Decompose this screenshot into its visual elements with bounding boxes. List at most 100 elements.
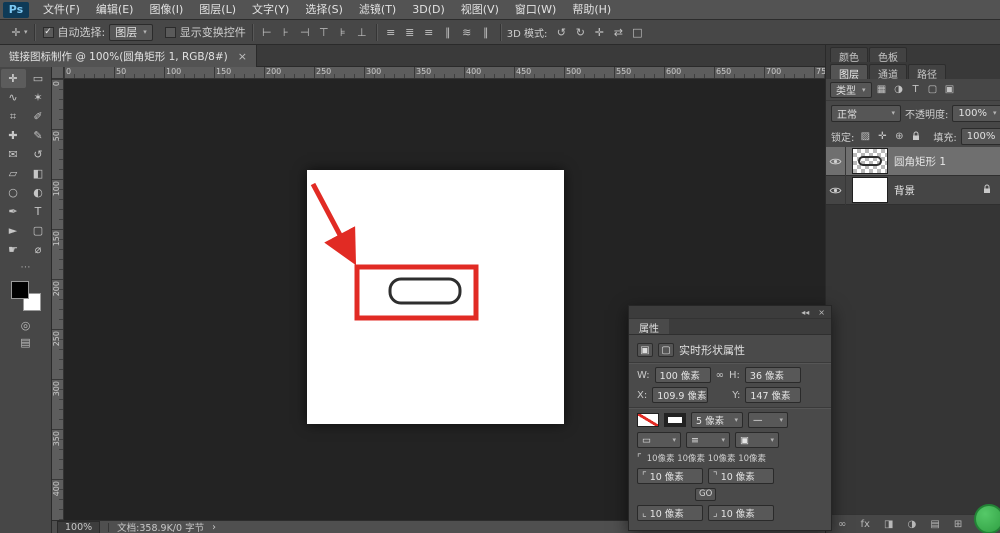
auto-select-checkbox[interactable]: ✓	[43, 27, 54, 38]
layer-row[interactable]: 圆角矩形 1	[826, 147, 1000, 176]
menu-item-6[interactable]: 滤镜(T)	[351, 0, 404, 20]
menu-item-3[interactable]: 图层(L)	[191, 0, 244, 20]
fill-color-swatch[interactable]	[637, 413, 659, 427]
menu-item-2[interactable]: 图像(I)	[141, 0, 191, 20]
align-bottom-icon[interactable]: ⊥	[354, 23, 370, 41]
status-expand-icon[interactable]: ›	[212, 522, 216, 533]
link-layers-icon[interactable]: ∞	[838, 519, 846, 530]
layer-thumbnail[interactable]	[852, 148, 888, 174]
y-field[interactable]: 147 像素	[745, 387, 801, 403]
distribute-center-icon[interactable]: ≋	[459, 23, 475, 41]
stroke-cap-dropdown[interactable]: ≡▾	[686, 432, 730, 448]
stroke-color-swatch[interactable]	[664, 413, 686, 427]
tab-properties[interactable]: 属性	[629, 319, 669, 334]
foreground-color-swatch[interactable]	[11, 281, 29, 299]
healing-brush-tool[interactable]: ✚	[1, 126, 26, 145]
add-mask-icon[interactable]: ◨	[884, 519, 893, 530]
lock-pixels-icon[interactable]: ✛	[875, 129, 889, 143]
distribute-right-icon[interactable]: ∥	[478, 23, 494, 41]
corner-radius-field-4[interactable]: ⌟10 像素	[708, 505, 774, 521]
shape-tool[interactable]: ▢	[26, 221, 51, 240]
ruler-horizontal[interactable]: 0501001502002503003504004505005506006507…	[64, 67, 825, 79]
align-middle-icon[interactable]: ⊧	[335, 23, 351, 41]
gradient-tool[interactable]: ◧	[26, 164, 51, 183]
x-field[interactable]: 109.9 像素	[652, 387, 708, 403]
new-group-icon[interactable]: ▤	[930, 519, 939, 530]
align-center-horizontal-icon[interactable]: ⊦	[278, 23, 294, 41]
3d-rotate-icon[interactable]: ↺	[553, 23, 569, 41]
filter-pixel-layers-icon[interactable]: ▦	[875, 83, 889, 97]
filter-adjustment-layers-icon[interactable]: ◑	[892, 83, 906, 97]
3d-drag-icon[interactable]: ✛	[591, 23, 607, 41]
type-tool[interactable]: T	[26, 202, 51, 221]
filter-smart-objects-icon[interactable]: ▣	[943, 83, 957, 97]
lock-position-icon[interactable]: ⊕	[892, 129, 906, 143]
distribute-bottom-icon[interactable]: ≡	[421, 23, 437, 41]
menu-item-7[interactable]: 3D(D)	[404, 0, 453, 20]
opacity-field[interactable]: 100% ▾	[952, 105, 1000, 122]
menu-item-0[interactable]: 文件(F)	[35, 0, 88, 20]
menu-item-8[interactable]: 视图(V)	[453, 0, 507, 20]
document-canvas[interactable]	[307, 170, 564, 424]
height-field[interactable]: 36 像素	[745, 367, 801, 383]
visibility-toggle-icon[interactable]	[826, 176, 846, 205]
zoom-level-field[interactable]: 100%	[57, 521, 100, 533]
new-layer-icon[interactable]: ⊞	[954, 519, 962, 530]
blend-mode-dropdown[interactable]: 正常 ▾	[831, 105, 901, 122]
clone-stamp-tool[interactable]: ✉	[1, 145, 26, 164]
show-transform-checkbox[interactable]	[165, 27, 176, 38]
menu-item-5[interactable]: 选择(S)	[297, 0, 351, 20]
dodge-tool[interactable]: ◐	[26, 183, 51, 202]
layer-style-icon[interactable]: fx	[860, 519, 869, 530]
distribute-left-icon[interactable]: ∥	[440, 23, 456, 41]
path-select-tool[interactable]: ►	[1, 221, 26, 240]
quick-mask-icon[interactable]: ◎	[21, 319, 31, 332]
ruler-vertical[interactable]: 050100150200250300350400450	[52, 79, 64, 520]
3d-roll-icon[interactable]: ↻	[572, 23, 588, 41]
filter-type-dropdown[interactable]: 类型 ▾	[830, 82, 872, 98]
marquee-tool[interactable]: ▭	[26, 69, 51, 88]
zoom-tool[interactable]: ⌀	[26, 240, 51, 259]
magic-wand-tool[interactable]: ✶	[26, 88, 51, 107]
move-tool[interactable]: ✛	[1, 69, 26, 88]
panel-tab-路径[interactable]: 路径	[908, 64, 946, 79]
align-right-icon[interactable]: ⊣	[297, 23, 313, 41]
close-tab-icon[interactable]: ×	[238, 50, 247, 63]
tool-preset-caret-icon[interactable]: ▾	[24, 28, 28, 36]
blur-tool[interactable]: ○	[1, 183, 26, 202]
history-brush-tool[interactable]: ↺	[26, 145, 51, 164]
panel-tab-色板[interactable]: 色板	[869, 47, 907, 62]
menu-item-10[interactable]: 帮助(H)	[564, 0, 619, 20]
stroke-type-dropdown[interactable]: — ▾	[748, 412, 788, 428]
edit-toolbar-icon[interactable]: ⋯	[0, 262, 51, 273]
stroke-align-dropdown[interactable]: ▭▾	[637, 432, 681, 448]
ruler-origin[interactable]	[52, 67, 64, 79]
layer-thumbnail[interactable]	[852, 177, 888, 203]
stroke-corner-dropdown[interactable]: ▣▾	[735, 432, 779, 448]
3d-scale-icon[interactable]: □	[629, 23, 645, 41]
width-field[interactable]: 100 像素	[655, 367, 711, 383]
overlay-badge[interactable]	[974, 504, 1000, 533]
screen-mode-icon[interactable]: ▤	[20, 336, 30, 349]
menu-item-9[interactable]: 窗口(W)	[507, 0, 564, 20]
filter-type-layers-icon[interactable]: T	[909, 83, 923, 97]
fill-field[interactable]: 100% ▾	[961, 128, 1000, 145]
corner-radius-field-1[interactable]: ⌜10 像素	[637, 468, 703, 484]
corner-radius-field-3[interactable]: ⌞10 像素	[637, 505, 703, 521]
visibility-toggle-icon[interactable]	[826, 147, 846, 176]
align-left-icon[interactable]: ⊢	[259, 23, 275, 41]
hand-tool[interactable]: ☛	[1, 240, 26, 259]
distribute-middle-icon[interactable]: ≣	[402, 23, 418, 41]
auto-select-target-dropdown[interactable]: 图层 ▾	[109, 24, 153, 41]
lock-all-icon[interactable]	[909, 129, 923, 143]
panel-tab-图层[interactable]: 图层	[830, 64, 868, 79]
crop-tool[interactable]: ⌗	[1, 107, 26, 126]
filter-shape-layers-icon[interactable]: ▢	[926, 83, 940, 97]
collapse-panel-icon[interactable]: ◂◂	[801, 308, 809, 317]
menu-item-1[interactable]: 编辑(E)	[88, 0, 142, 20]
panel-tab-颜色[interactable]: 颜色	[830, 47, 868, 62]
panel-tab-通道[interactable]: 通道	[869, 64, 907, 79]
brush-tool[interactable]: ✎	[26, 126, 51, 145]
distribute-top-icon[interactable]: ≡	[383, 23, 399, 41]
link-wh-icon[interactable]: ∞	[716, 370, 724, 381]
